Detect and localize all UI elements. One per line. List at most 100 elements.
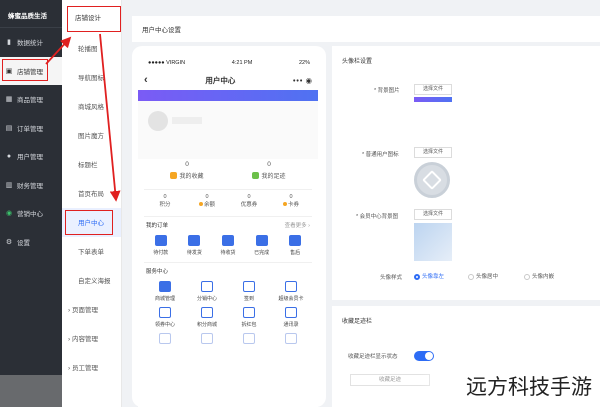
favorites-label: 我的收藏 [179, 174, 204, 180]
watermark-text: 远方科技手游 [466, 375, 592, 399]
service-coupon-center[interactable]: 领券中心 [144, 305, 186, 331]
balance-stat[interactable]: 0 余额 [186, 190, 228, 213]
group-label: 页面管理 [71, 307, 98, 314]
orders-title: 我的订单 [146, 223, 169, 229]
points-stat[interactable]: 0 积分 [144, 190, 186, 213]
sidebar-item-label: 设置 [17, 239, 30, 247]
submenu-group-pages[interactable]: › 页面管理 [62, 295, 121, 324]
target-icon[interactable]: ◉ [305, 76, 312, 85]
submenu-group-content[interactable]: › 内容管理 [62, 324, 121, 353]
order-completed[interactable]: 已完成 [245, 233, 279, 259]
order-pending-receive[interactable]: 待收货 [211, 233, 245, 259]
avatar[interactable] [148, 111, 168, 131]
card-icon [282, 202, 287, 206]
service-extra-4[interactable] [270, 331, 312, 350]
favorites-count: 0 [185, 161, 189, 168]
chat-icon [255, 235, 268, 246]
order-icon: ▤ [5, 124, 13, 132]
order-after-sale[interactable]: 售后 [278, 233, 312, 259]
submenu-group-staff[interactable]: › 员工管理 [62, 353, 121, 382]
favorites-stat[interactable]: 0 我的收藏 [146, 159, 228, 189]
service-points-mall[interactable]: 积分商城 [186, 305, 228, 331]
sidebar-item-finance[interactable]: ▥ 财务管理 [0, 171, 62, 200]
order-label: 待收货 [220, 250, 236, 256]
bg-image-choose-button[interactable]: 选择文件 [414, 84, 452, 95]
service-red-packet[interactable]: 拆红包 [228, 305, 270, 331]
diamond-icon [285, 281, 297, 292]
submenu-item-image-cube[interactable]: 图片魔方 [62, 121, 121, 150]
submenu-head[interactable]: 店铺设计 [62, 0, 121, 34]
footprints-count: 0 [267, 161, 271, 168]
center-bg-preview [414, 223, 452, 261]
sidebar-item-shop[interactable]: ▣ 店铺管理 [0, 56, 62, 85]
order-pending-ship[interactable]: 待发货 [178, 233, 212, 259]
sidebar-item-label: 数据统计 [17, 40, 43, 48]
submenu-item-order-form[interactable]: 下单表单 [62, 237, 121, 266]
share-icon [201, 281, 213, 292]
submenu-item-nav-icons[interactable]: 导航图标 [62, 63, 121, 92]
submenu-item-user-center[interactable]: 用户中心 [62, 208, 121, 237]
toggle-label: 收藏足迹栏显示状态 [348, 354, 398, 360]
sidebar-item-goods[interactable]: ▦ 商品管理 [0, 85, 62, 114]
radio-unchecked [524, 273, 530, 280]
footprints-stat[interactable]: 0 我的足迹 [228, 159, 310, 189]
fav-footprint-input[interactable]: 收藏足迹 [350, 374, 430, 386]
submenu-item-title-bar[interactable]: 标题栏 [62, 150, 121, 179]
style-option-left[interactable]: 头像靠左 [414, 272, 444, 280]
mall-icon [201, 307, 213, 318]
service-extra-2[interactable] [186, 331, 228, 350]
order-pending-pay[interactable]: 待付款 [144, 233, 178, 259]
service-shop-admin[interactable]: 商城管理 [144, 279, 186, 305]
stat-label: 卡券 [287, 202, 299, 208]
default-avatar-preview [414, 162, 450, 198]
service-contacts[interactable]: 通讯录 [270, 305, 312, 331]
user-icon: ● [6, 152, 12, 160]
order-label: 已完成 [254, 250, 270, 256]
footprint-icon [252, 172, 260, 179]
page-title: 用户中心设置 [142, 27, 181, 34]
center-bg-label: * 会员中心背景图 [356, 214, 399, 220]
truck-icon [221, 235, 234, 246]
service-checkin[interactable]: 签到 [228, 279, 270, 305]
center-bg-choose-button[interactable]: 选择文件 [414, 209, 452, 220]
sidebar-item-stats[interactable]: ▮ 数据统计 [0, 28, 62, 57]
more-icon[interactable]: ••• [293, 78, 303, 85]
service-extra-3[interactable] [228, 331, 270, 350]
orders-card: 我的订单 查看更多 › 待付款 待发货 待收货 已完成 售后 [144, 216, 312, 259]
orders-more-link[interactable]: 查看更多 › [285, 221, 310, 229]
submenu-item-carousel[interactable]: 轮播图 [62, 34, 121, 63]
account-stats: 0 积分 0 余额 0 优惠券 0 卡券 [144, 189, 312, 213]
footprints-label: 我的足迹 [261, 174, 286, 180]
radio-label: 头像靠左 [422, 274, 445, 280]
service-vip-card[interactable]: 超级会员卡 [270, 279, 312, 305]
submenu-item-style[interactable]: 商城风格 [62, 92, 121, 121]
sidebar-item-label: 订单管理 [17, 125, 43, 133]
fav-footprint-bar: 0 我的收藏 0 我的足迹 [146, 159, 310, 189]
fav-footprint-toggle[interactable] [414, 351, 434, 361]
service-extra-1[interactable] [144, 331, 186, 350]
submenu-item-poster[interactable]: 自定义海报 [62, 266, 121, 295]
submenu-item-home-layout[interactable]: 首页布局 [62, 179, 121, 208]
wallet-icon [154, 235, 167, 246]
sidebar-item-marketing[interactable]: ◉ 营销中心 [0, 199, 62, 228]
sidebar-item-orders[interactable]: ▤ 订单管理 [0, 114, 62, 143]
nickname-placeholder [172, 117, 202, 124]
coupon-stat[interactable]: 0 优惠券 [228, 190, 270, 213]
avatar-choose-button[interactable]: 选择文件 [414, 147, 452, 158]
radio-label: 头像内嵌 [532, 274, 555, 280]
marketing-icon: ◉ [5, 210, 13, 218]
card-stat[interactable]: 0 卡券 [270, 190, 312, 213]
stat-label: 优惠券 [240, 202, 258, 208]
clock: 4:21 PM [231, 60, 253, 66]
sidebar-item-users[interactable]: ● 用户管理 [0, 142, 62, 171]
stat-label: 余额 [203, 202, 215, 208]
service-distribution[interactable]: 分销中心 [186, 279, 228, 305]
refund-icon [289, 235, 302, 246]
back-icon[interactable]: ‹ [144, 74, 148, 86]
style-option-center[interactable]: 头像居中 [468, 272, 498, 280]
page-header: 用户中心设置 [132, 16, 600, 42]
secondary-menu: 店铺设计 轮播图 导航图标 商城风格 图片魔方 标题栏 首页布局 用户中心 下单… [62, 0, 122, 407]
style-option-inset[interactable]: 头像内嵌 [524, 272, 554, 280]
document-icon [201, 333, 213, 344]
sidebar-item-settings[interactable]: ⚙ 设置 [0, 228, 62, 257]
